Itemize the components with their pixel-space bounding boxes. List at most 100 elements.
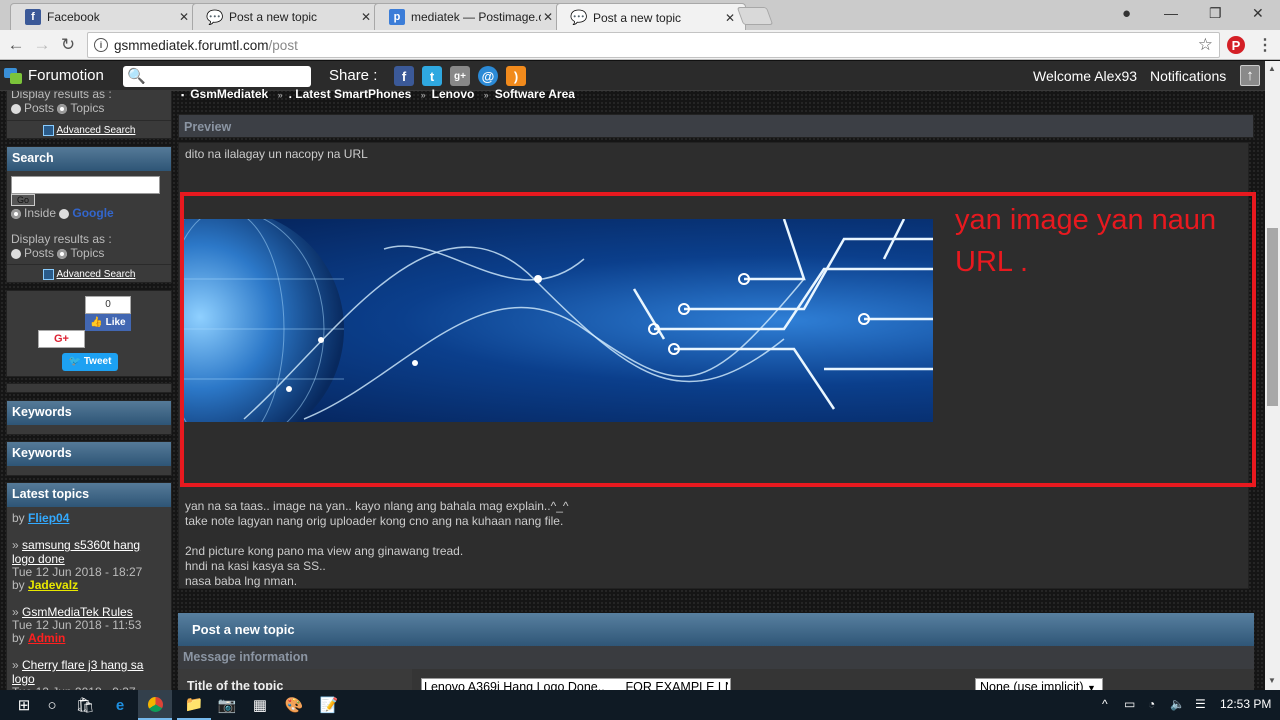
forumotion-logo[interactable]: Forumotion bbox=[4, 67, 104, 84]
breadcrumb-item[interactable]: GsmMediatek bbox=[190, 87, 268, 101]
file-explorer-icon[interactable]: 📁 bbox=[177, 690, 211, 720]
annotation-text: yan image yan naun URL . bbox=[955, 204, 1217, 278]
topic-link[interactable]: Cherry flare j3 hang sa logo bbox=[12, 658, 143, 686]
close-icon[interactable]: ✕ bbox=[177, 10, 191, 24]
sidebar-search-input[interactable] bbox=[11, 176, 160, 194]
tray-chevron-icon[interactable]: ^ bbox=[1102, 697, 1108, 711]
share-label: Share : bbox=[329, 67, 378, 84]
scrollbar-thumb[interactable] bbox=[1267, 228, 1278, 406]
scroll-down-arrow-icon[interactable]: ▼ bbox=[1268, 676, 1276, 685]
new-tab-button[interactable] bbox=[736, 7, 774, 25]
topic-link[interactable]: GsmMediaTek Rules bbox=[22, 605, 133, 619]
forum-page: Forumotion 🔍 Share : f t g+ @ ) Welcome … bbox=[0, 61, 1265, 690]
chrome-icon[interactable] bbox=[138, 690, 172, 720]
radio-google[interactable] bbox=[59, 208, 70, 219]
rss-icon[interactable]: ) bbox=[506, 66, 526, 86]
radio-label: Inside bbox=[24, 206, 57, 220]
search-box-title: Search bbox=[7, 147, 171, 171]
window-close-icon[interactable]: ✕ bbox=[1252, 5, 1264, 22]
tab-label: Facebook bbox=[47, 10, 100, 24]
scroll-up-arrow-icon[interactable]: ▲ bbox=[1268, 64, 1276, 73]
tab-post-new-topic[interactable]: 💬 Post a new topic ✕ bbox=[192, 3, 382, 30]
browser-tab-strip: f Facebook ✕ 💬 Post a new topic ✕ p medi… bbox=[0, 0, 1280, 31]
sidebar-latest-topics: Latest topics by Fliep04 » samsung s5360… bbox=[6, 482, 172, 690]
thumbs-up-icon: 👍 bbox=[90, 317, 103, 328]
home-icon: ▪ bbox=[181, 90, 185, 100]
back-icon[interactable]: ← bbox=[6, 35, 26, 55]
welcome-user-link[interactable]: Welcome Alex93 bbox=[1033, 68, 1137, 84]
page-scrollbar[interactable]: ▲ ▼ bbox=[1265, 61, 1280, 690]
tab-facebook[interactable]: f Facebook ✕ bbox=[10, 3, 200, 30]
google-plus-icon[interactable]: g+ bbox=[450, 66, 470, 86]
edge-icon[interactable]: e bbox=[103, 690, 137, 720]
action-center-icon[interactable]: ☰ bbox=[1195, 697, 1206, 711]
restore-icon[interactable]: ❐ bbox=[1209, 5, 1222, 22]
volume-icon[interactable]: 🔈 bbox=[1170, 697, 1185, 711]
paint-icon[interactable]: 🎨 bbox=[277, 690, 311, 720]
tab-postimage[interactable]: p mediatek — Postimage.o ✕ bbox=[374, 3, 564, 30]
forumotion-bubble-icon: 💬 bbox=[206, 8, 224, 25]
topic-icon-select[interactable]: None (use implicit) ▼ bbox=[975, 678, 1103, 690]
google-plus-button[interactable]: G+ bbox=[38, 330, 85, 348]
radio-inside[interactable] bbox=[11, 208, 21, 219]
tab-post-new-topic-active[interactable]: 💬 Post a new topic ✕ bbox=[556, 3, 746, 31]
forward-icon[interactable]: → bbox=[32, 35, 52, 55]
postimage-icon: p bbox=[389, 9, 405, 25]
email-icon[interactable]: @ bbox=[478, 66, 498, 86]
radio-posts[interactable] bbox=[11, 248, 21, 259]
advanced-search-icon bbox=[42, 269, 54, 280]
latest-topics-title: Latest topics bbox=[7, 483, 171, 507]
menu-kebab-icon[interactable]: ⋮ bbox=[1257, 35, 1273, 55]
user-link[interactable]: Fliep04 bbox=[28, 511, 69, 525]
advanced-search-link[interactable]: Advanced Search bbox=[7, 125, 171, 136]
user-link[interactable]: Jadevalz bbox=[28, 578, 78, 592]
camera-icon[interactable]: 📷 bbox=[210, 690, 244, 720]
advanced-search-link[interactable]: Advanced Search bbox=[7, 269, 171, 280]
pinterest-icon[interactable]: P bbox=[1227, 36, 1245, 54]
cortana-icon[interactable]: ○ bbox=[35, 690, 69, 720]
by-label: by bbox=[12, 511, 25, 525]
breadcrumb-item[interactable]: . Latest SmartPhones bbox=[289, 87, 412, 101]
battery-icon[interactable]: ▭ bbox=[1124, 697, 1135, 711]
user-link[interactable]: Admin bbox=[28, 631, 65, 645]
list-item: » GsmMediaTek Rules Tue 12 Jun 2018 - 11… bbox=[12, 605, 166, 645]
close-icon[interactable]: ✕ bbox=[359, 10, 373, 24]
close-icon[interactable]: ✕ bbox=[541, 10, 555, 24]
minimize-icon[interactable]: — bbox=[1164, 5, 1178, 21]
notifications-link[interactable]: Notifications bbox=[1150, 68, 1226, 84]
go-button[interactable]: Go bbox=[11, 194, 35, 206]
profile-icon[interactable]: ● bbox=[1122, 5, 1131, 22]
topic-title-input[interactable] bbox=[421, 678, 731, 690]
store-icon[interactable]: 🛍 bbox=[68, 690, 102, 720]
calculator-icon[interactable]: ▦ bbox=[243, 690, 277, 720]
wifi-icon[interactable]: ◔ bbox=[1148, 697, 1155, 711]
twitter-bird-icon: 🐦 bbox=[68, 356, 82, 367]
radio-posts[interactable] bbox=[11, 103, 21, 114]
bookmark-star-icon[interactable]: ☆ bbox=[1198, 35, 1213, 55]
breadcrumb-item[interactable]: Software Area bbox=[495, 87, 575, 101]
address-bar[interactable]: i gsmmediatek.forumtl.com/post ☆ bbox=[87, 32, 1220, 58]
scroll-up-icon[interactable]: ↑ bbox=[1240, 65, 1260, 86]
preview-text-line: nasa baba lng nman. bbox=[185, 574, 298, 588]
select-value: None (use implicit) bbox=[980, 680, 1084, 690]
like-label: Like bbox=[105, 317, 126, 328]
radio-topics[interactable] bbox=[57, 248, 68, 259]
notepad-icon[interactable]: 📝 bbox=[312, 690, 346, 720]
forumotion-search-input[interactable]: 🔍 bbox=[123, 66, 311, 87]
facebook-icon[interactable]: f bbox=[394, 66, 414, 86]
topic-link[interactable]: samsung s5360t hang logo done bbox=[12, 538, 140, 566]
twitter-icon[interactable]: t bbox=[422, 66, 442, 86]
radio-topics[interactable] bbox=[57, 103, 68, 114]
close-icon[interactable]: ✕ bbox=[723, 11, 737, 25]
sidebar-empty-box bbox=[6, 383, 172, 393]
facebook-like-button[interactable]: 👍 Like bbox=[85, 314, 131, 331]
breadcrumb-item[interactable]: Lenovo bbox=[432, 87, 475, 101]
reload-icon[interactable]: ↻ bbox=[58, 35, 78, 55]
google-logo: Google bbox=[72, 206, 114, 220]
radio-label: Topics bbox=[70, 101, 105, 115]
list-item: » Cherry flare j3 hang sa logo Tue 12 Ju… bbox=[12, 658, 166, 691]
clock[interactable]: 12:53 PM bbox=[1220, 697, 1271, 711]
info-icon[interactable]: i bbox=[94, 38, 108, 52]
tweet-button[interactable]: 🐦 Tweet bbox=[62, 353, 118, 371]
advanced-search-label: Advanced Search bbox=[56, 125, 136, 137]
